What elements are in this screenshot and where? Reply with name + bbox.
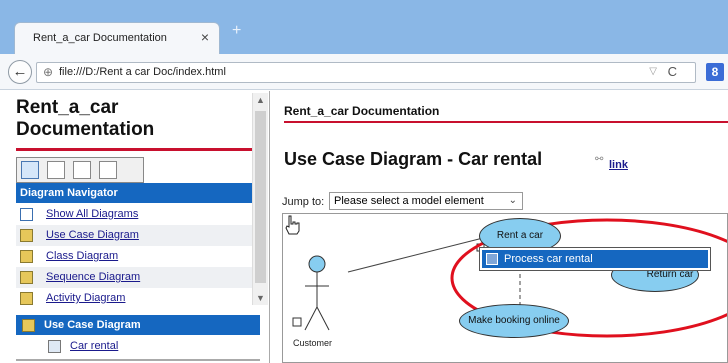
list-item[interactable]: Class Diagram [16, 246, 252, 267]
diagram-icon [48, 340, 61, 353]
left-pane: Rent_a_car Documentation Diagram Navigat… [0, 91, 270, 363]
content-doc-title: Rent_a_car Documentation [284, 104, 440, 118]
popup-item-label: Process car rental [504, 253, 593, 265]
left-scrollbar[interactable]: ▲ ▼ [252, 93, 268, 305]
search-engine-button[interactable]: 8 [702, 62, 728, 83]
hand-cursor-icon [285, 215, 300, 235]
class-navigator-icon[interactable] [73, 161, 91, 179]
nav-link-class[interactable]: Class Diagram [46, 246, 118, 267]
jump-to-label: Jump to: [282, 196, 325, 208]
close-tab-icon[interactable]: × [201, 29, 209, 45]
nav-link-show-all[interactable]: Show All Diagrams [46, 204, 138, 225]
scroll-down-icon[interactable]: ▼ [256, 293, 265, 303]
section-divider [16, 359, 260, 361]
list-item[interactable]: Activity Diagram [16, 288, 252, 309]
activity-diagram-icon [20, 292, 33, 305]
model-navigator-icon[interactable] [47, 161, 65, 179]
jump-to-placeholder: Please select a model element [334, 195, 484, 207]
car-rental-link[interactable]: Car rental [70, 340, 118, 352]
sequence-diagram-icon [20, 271, 33, 284]
use-case-make-booking[interactable]: Make booking online [459, 304, 569, 338]
popup-menu-item[interactable]: Process car rental [482, 250, 708, 268]
tab-title: Rent_a_car Documentation [33, 32, 167, 44]
scroll-thumb[interactable] [255, 111, 266, 283]
view-toolbar [16, 157, 144, 183]
current-diagram-label: Use Case Diagram [44, 319, 141, 331]
diagram-title: Use Case Diagram - Car rental [284, 149, 543, 169]
nav-link-activity[interactable]: Activity Diagram [46, 288, 125, 309]
shortcut-marker [292, 317, 302, 327]
browser-tab[interactable]: Rent_a_car Documentation × [14, 22, 220, 54]
current-diagram-header[interactable]: Use Case Diagram [16, 315, 260, 335]
title-divider [16, 148, 260, 151]
diagram-canvas[interactable]: Rent a car Return car Make booking onlin… [282, 213, 728, 363]
navigator-header: Diagram Navigator [16, 183, 260, 203]
jump-to-select[interactable]: Please select a model element ⌄ [329, 192, 523, 210]
navigation-bar: ← ⊕ file:///D:/Rent a car Doc/index.html… [0, 54, 728, 90]
link-icon: ⚯ [595, 154, 604, 165]
list-item[interactable]: Show All Diagrams [16, 204, 252, 225]
list-item[interactable]: Sequence Diagram [16, 267, 252, 288]
use-case-diagram-icon [22, 319, 35, 332]
diagram-list: Show All Diagrams Use Case Diagram Class… [16, 204, 252, 309]
all-diagrams-icon [20, 208, 33, 221]
package-navigator-icon[interactable] [99, 161, 117, 179]
new-tab-button[interactable]: + [232, 22, 241, 40]
page-icon: ⊕ [43, 65, 54, 79]
nav-link-use-case[interactable]: Use Case Diagram [46, 225, 139, 246]
reload-icon[interactable]: C [668, 64, 677, 79]
actor-figure [304, 255, 330, 331]
diagram-navigator-icon[interactable] [21, 161, 39, 179]
url-dropdown-icon[interactable]: ▽ [649, 66, 657, 77]
class-diagram-icon [20, 250, 33, 263]
scroll-up-icon[interactable]: ▲ [256, 95, 265, 105]
context-popup: Process car rental [479, 247, 711, 271]
current-diagram-section: Use Case Diagram Car rental [16, 315, 260, 363]
diagram-link[interactable]: link [609, 159, 628, 171]
url-text[interactable]: file:///D:/Rent a car Doc/index.html [59, 66, 226, 78]
chevron-down-icon: ⌄ [508, 195, 517, 206]
process-icon [486, 253, 498, 265]
nav-link-sequence[interactable]: Sequence Diagram [46, 267, 140, 288]
right-pane: Rent_a_car Documentation Use Case Diagra… [271, 91, 728, 363]
back-button[interactable]: ← [8, 60, 32, 84]
use-case-diagram-icon [20, 229, 33, 242]
doc-title: Rent_a_car Documentation [16, 97, 155, 140]
address-bar[interactable]: ⊕ file:///D:/Rent a car Doc/index.html ▽… [36, 62, 696, 83]
actor-label: Customer [293, 338, 333, 348]
list-item[interactable]: Use Case Diagram [16, 225, 252, 246]
content-title-divider [284, 121, 728, 123]
search-engine-icon: 8 [706, 63, 724, 81]
